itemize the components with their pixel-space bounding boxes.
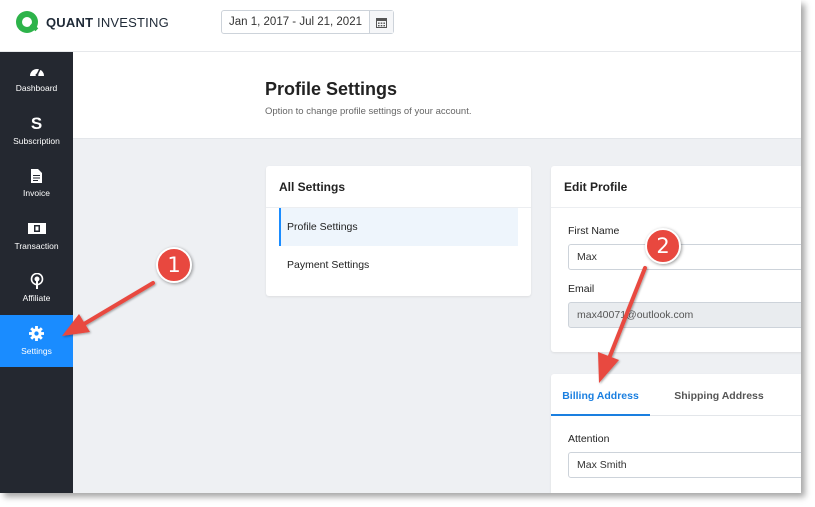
settings-item-payment[interactable]: Payment Settings bbox=[279, 246, 518, 284]
calendar-icon bbox=[376, 17, 387, 28]
sidebar-item-label: Settings bbox=[21, 345, 52, 356]
sidebar-item-transaction[interactable]: Transaction bbox=[0, 210, 73, 263]
sidebar-item-affiliate[interactable]: Affiliate bbox=[0, 262, 73, 315]
page-title: Profile Settings bbox=[265, 79, 398, 99]
dollar-icon: S bbox=[30, 113, 43, 133]
settings-item-profile[interactable]: Profile Settings bbox=[279, 208, 518, 246]
tab-shipping-address[interactable]: Shipping Address bbox=[661, 374, 777, 416]
email-field[interactable]: max40071@outlook.com bbox=[568, 302, 801, 328]
sidebar-item-settings[interactable]: Settings bbox=[0, 314, 73, 367]
attention-field[interactable]: Max Smith bbox=[568, 452, 801, 478]
calendar-button[interactable] bbox=[369, 11, 393, 33]
broadcast-icon bbox=[30, 273, 44, 290]
page-subtitle: Option to change profile settings of you… bbox=[265, 106, 472, 117]
main-content: Profile Settings Option to change profil… bbox=[73, 52, 801, 493]
first-name-label: First Name bbox=[568, 225, 620, 237]
brand-name: QUANT INVESTING bbox=[46, 14, 169, 30]
all-settings-title: All Settings bbox=[266, 166, 531, 208]
app-window: QUANT INVESTING Jan 1, 2017 - Jul 21, 20… bbox=[0, 0, 801, 493]
sidebar-item-label: Dashboard bbox=[15, 83, 58, 94]
all-settings-card: All Settings Profile Settings Payment Se… bbox=[266, 166, 531, 296]
date-range-value[interactable]: Jan 1, 2017 - Jul 21, 2021 bbox=[222, 11, 369, 33]
edit-profile-title: Edit Profile bbox=[551, 166, 801, 208]
gauge-icon bbox=[29, 63, 45, 79]
gear-icon bbox=[29, 326, 44, 342]
sidebar-item-label: Invoice bbox=[23, 188, 50, 199]
sidebar-item-dashboard[interactable]: Dashboard bbox=[0, 52, 73, 105]
sidebar-item-label: Transaction bbox=[14, 240, 59, 251]
date-range-picker[interactable]: Jan 1, 2017 - Jul 21, 2021 bbox=[221, 10, 394, 34]
first-name-field[interactable]: Max bbox=[568, 244, 801, 270]
tab-billing-address[interactable]: Billing Address bbox=[551, 374, 650, 416]
email-label: Email bbox=[568, 283, 595, 295]
address-tabs: Billing Address Shipping Address bbox=[551, 374, 801, 416]
top-bar: QUANT INVESTING Jan 1, 2017 - Jul 21, 20… bbox=[0, 0, 801, 52]
banknote-icon bbox=[27, 221, 46, 237]
edit-profile-card: Edit Profile First Name Max Email max400… bbox=[551, 166, 801, 352]
brand-logo[interactable]: QUANT INVESTING bbox=[16, 11, 169, 33]
document-icon bbox=[31, 168, 42, 184]
sidebar: Dashboard S Subscription Invoice Transac… bbox=[0, 52, 73, 493]
sidebar-item-invoice[interactable]: Invoice bbox=[0, 157, 73, 210]
logo-mark-icon bbox=[16, 11, 38, 33]
sidebar-item-label: Affiliate bbox=[22, 293, 51, 304]
address-card: Billing Address Shipping Address Attenti… bbox=[551, 374, 801, 493]
attention-label: Attention bbox=[568, 433, 610, 445]
sidebar-item-subscription[interactable]: S Subscription bbox=[0, 105, 73, 158]
sidebar-item-label: Subscription bbox=[13, 135, 60, 146]
page-header: Profile Settings Option to change profil… bbox=[73, 52, 801, 139]
